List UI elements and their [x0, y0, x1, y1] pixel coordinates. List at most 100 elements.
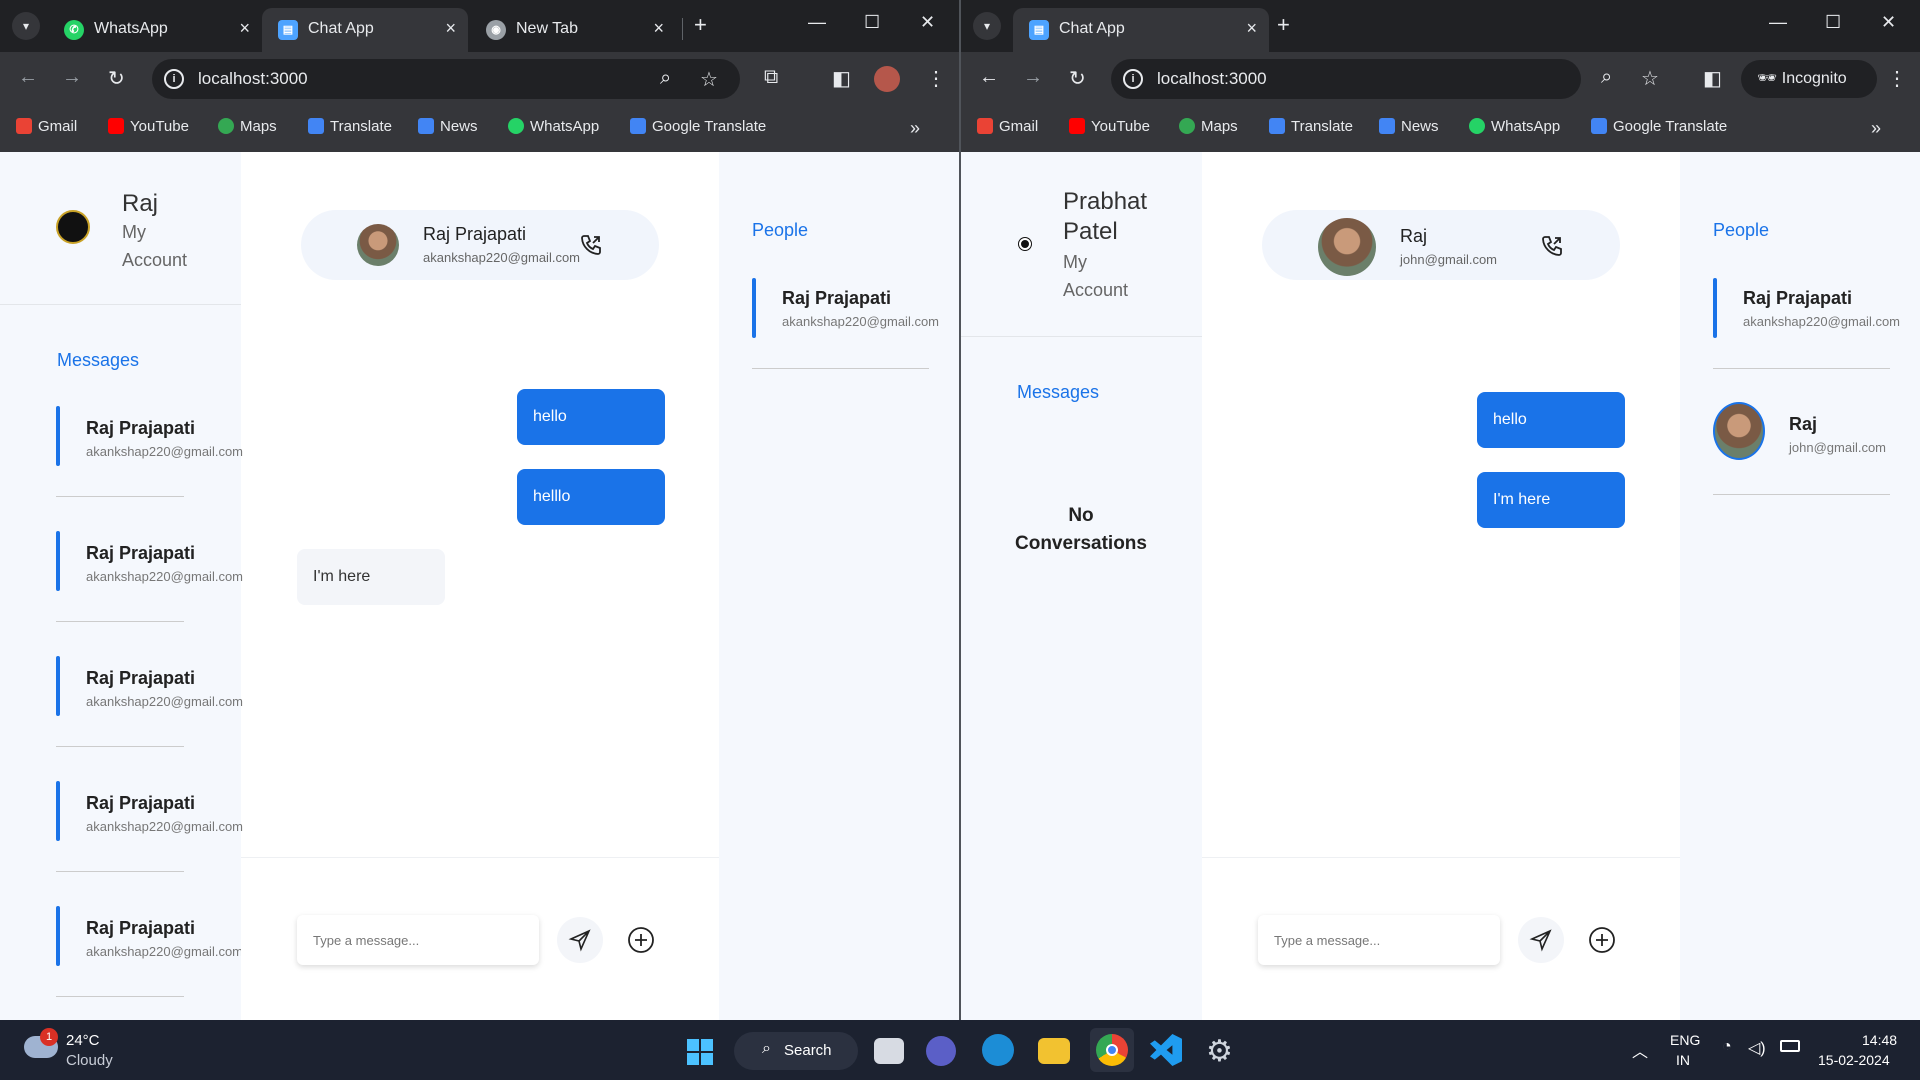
message-input[interactable] — [1258, 915, 1500, 965]
contact-avatar — [357, 224, 399, 266]
bookmark-news[interactable]: News — [418, 118, 478, 135]
list-item[interactable]: Raj Prajapati akankshap220@gmail.com — [0, 531, 243, 656]
settings-gear-icon[interactable]: ⚙ — [1206, 1034, 1233, 1069]
more-bookmarks-icon[interactable]: » — [910, 118, 920, 139]
people-list-item[interactable]: Raj Prajapati akankshap220@gmail.com — [1713, 278, 1920, 388]
reload-button[interactable]: ↻ — [1069, 66, 1086, 91]
tab-whatsapp[interactable]: ✆ WhatsApp × — [48, 8, 262, 52]
back-button[interactable]: ← — [979, 66, 999, 89]
vscode-icon[interactable] — [1150, 1034, 1182, 1066]
close-tab-icon[interactable]: × — [1246, 18, 1257, 39]
clock-time[interactable]: 14:48 — [1862, 1032, 1897, 1048]
bookmark-news[interactable]: News — [1379, 118, 1439, 135]
bookmark-star-icon[interactable]: ☆ — [1641, 66, 1659, 91]
site-info-icon[interactable]: i — [1123, 69, 1143, 89]
add-attachment-icon[interactable] — [626, 925, 656, 955]
task-view-icon[interactable] — [874, 1038, 904, 1064]
side-panel-icon[interactable]: ◧ — [832, 66, 851, 91]
list-item[interactable]: Raj Prajapati akankshap220@gmail.com — [0, 906, 243, 1020]
extensions-icon[interactable]: ⧉ — [764, 66, 778, 89]
battery-icon[interactable] — [1780, 1040, 1800, 1052]
empty-conversations-message: No Conversations — [1015, 505, 1147, 554]
phone-call-icon[interactable] — [1540, 234, 1564, 258]
address-bar[interactable]: i localhost:3000 ⌕ ☆ — [152, 59, 740, 99]
close-tab-icon[interactable]: × — [239, 18, 250, 39]
translate-icon — [1591, 118, 1607, 134]
address-bar[interactable]: i localhost:3000 — [1111, 59, 1581, 99]
forward-button[interactable]: → — [62, 66, 82, 89]
phone-call-icon[interactable] — [579, 233, 603, 257]
bookmark-translate[interactable]: Translate — [308, 118, 392, 135]
zoom-icon[interactable]: ⌕ — [660, 67, 671, 90]
list-item[interactable]: Raj Prajapati akankshap220@gmail.com — [0, 781, 243, 906]
menu-icon[interactable]: ⋮ — [1887, 66, 1907, 91]
chat-app-page: Prabhat Patel My Account Messages No Con… — [961, 152, 1920, 1020]
side-panel-icon[interactable]: ◧ — [1703, 66, 1722, 91]
bookmark-whatsapp[interactable]: WhatsApp — [508, 118, 599, 135]
close-window-button[interactable]: ✕ — [920, 12, 935, 33]
account-avatar[interactable] — [1019, 238, 1031, 250]
bookmark-maps[interactable]: Maps — [1179, 118, 1238, 135]
volume-icon[interactable]: ◁) — [1748, 1038, 1766, 1058]
windows-start-icon[interactable] — [686, 1038, 714, 1066]
menu-icon[interactable]: ⋮ — [926, 66, 946, 91]
bookmark-maps[interactable]: Maps — [218, 118, 277, 135]
zoom-icon[interactable]: ⌕ — [1601, 66, 1612, 89]
bookmark-translate[interactable]: Translate — [1269, 118, 1353, 135]
weather-condition[interactable]: Cloudy — [66, 1052, 113, 1069]
bookmark-gmail[interactable]: Gmail — [977, 118, 1038, 135]
people-list-item[interactable]: Raj john@gmail.com — [1713, 402, 1920, 522]
tab-chat-app[interactable]: ▤ Chat App × — [1013, 8, 1269, 52]
minimize-button[interactable]: — — [1769, 12, 1787, 33]
wifi-icon[interactable]: ◔ — [1722, 1038, 1732, 1056]
tab-new-tab[interactable]: ◉ New Tab × — [470, 8, 676, 52]
minimize-button[interactable]: — — [808, 12, 826, 33]
tab-search-button[interactable]: ▾ — [12, 12, 40, 40]
bookmark-star-icon[interactable]: ☆ — [700, 67, 718, 92]
edge-icon[interactable] — [982, 1034, 1014, 1066]
more-bookmarks-icon[interactable]: » — [1871, 118, 1881, 139]
chrome-taskbar-button[interactable] — [1090, 1028, 1134, 1072]
bookmark-whatsapp[interactable]: WhatsApp — [1469, 118, 1560, 135]
new-tab-button[interactable]: + — [1277, 12, 1290, 38]
list-item[interactable]: Raj Prajapati akankshap220@gmail.com — [0, 656, 243, 781]
new-tab-button[interactable]: + — [694, 12, 707, 38]
youtube-icon — [108, 118, 124, 134]
tab-title: Chat App — [308, 20, 374, 37]
bookmark-youtube[interactable]: YouTube — [1069, 118, 1150, 135]
close-window-button[interactable]: ✕ — [1881, 12, 1896, 33]
send-button[interactable] — [557, 917, 603, 963]
maximize-button[interactable]: ☐ — [864, 12, 880, 33]
close-tab-icon[interactable]: × — [653, 18, 664, 39]
file-explorer-icon[interactable] — [1038, 1038, 1070, 1064]
people-list-item[interactable]: Raj Prajapati akankshap220@gmail.com — [752, 278, 959, 388]
browser-toolbar: ← → ↻ i localhost:3000 ⌕ ☆ ⧉ ◧ ⋮ — [0, 52, 959, 106]
clock-date[interactable]: 15-02-2024 — [1818, 1052, 1890, 1068]
bookmark-google-translate[interactable]: Google Translate — [630, 118, 766, 135]
account-avatar[interactable] — [56, 210, 90, 244]
list-item[interactable]: Raj Prajapati akankshap220@gmail.com — [0, 406, 243, 531]
add-attachment-icon[interactable] — [1587, 925, 1617, 955]
back-button[interactable]: ← — [18, 66, 38, 89]
taskbar-search[interactable]: ⌕ Search — [734, 1032, 858, 1070]
incognito-badge[interactable]: 🕶 Incognito — [1741, 60, 1877, 98]
bookmark-google-translate[interactable]: Google Translate — [1591, 118, 1727, 135]
tab-chat-app[interactable]: ▤ Chat App × — [262, 8, 468, 52]
message-input[interactable] — [297, 915, 539, 965]
weather-temperature[interactable]: 24°C — [66, 1032, 100, 1049]
tab-title: WhatsApp — [94, 20, 168, 37]
chevron-up-icon[interactable]: ︿ — [1632, 1038, 1648, 1062]
reload-button[interactable]: ↻ — [108, 66, 125, 91]
forward-button[interactable]: → — [1023, 66, 1043, 89]
bookmark-gmail[interactable]: Gmail — [16, 118, 77, 135]
send-button[interactable] — [1518, 917, 1564, 963]
language-indicator[interactable]: ENG — [1670, 1032, 1700, 1048]
profile-avatar[interactable] — [874, 66, 900, 92]
site-info-icon[interactable]: i — [164, 69, 184, 89]
close-tab-icon[interactable]: × — [445, 18, 456, 39]
teams-chat-icon[interactable] — [926, 1036, 956, 1066]
bookmark-youtube[interactable]: YouTube — [108, 118, 189, 135]
maximize-button[interactable]: ☐ — [1825, 12, 1841, 33]
tab-search-button[interactable]: ▾ — [973, 12, 1001, 40]
language-region[interactable]: IN — [1676, 1052, 1690, 1068]
